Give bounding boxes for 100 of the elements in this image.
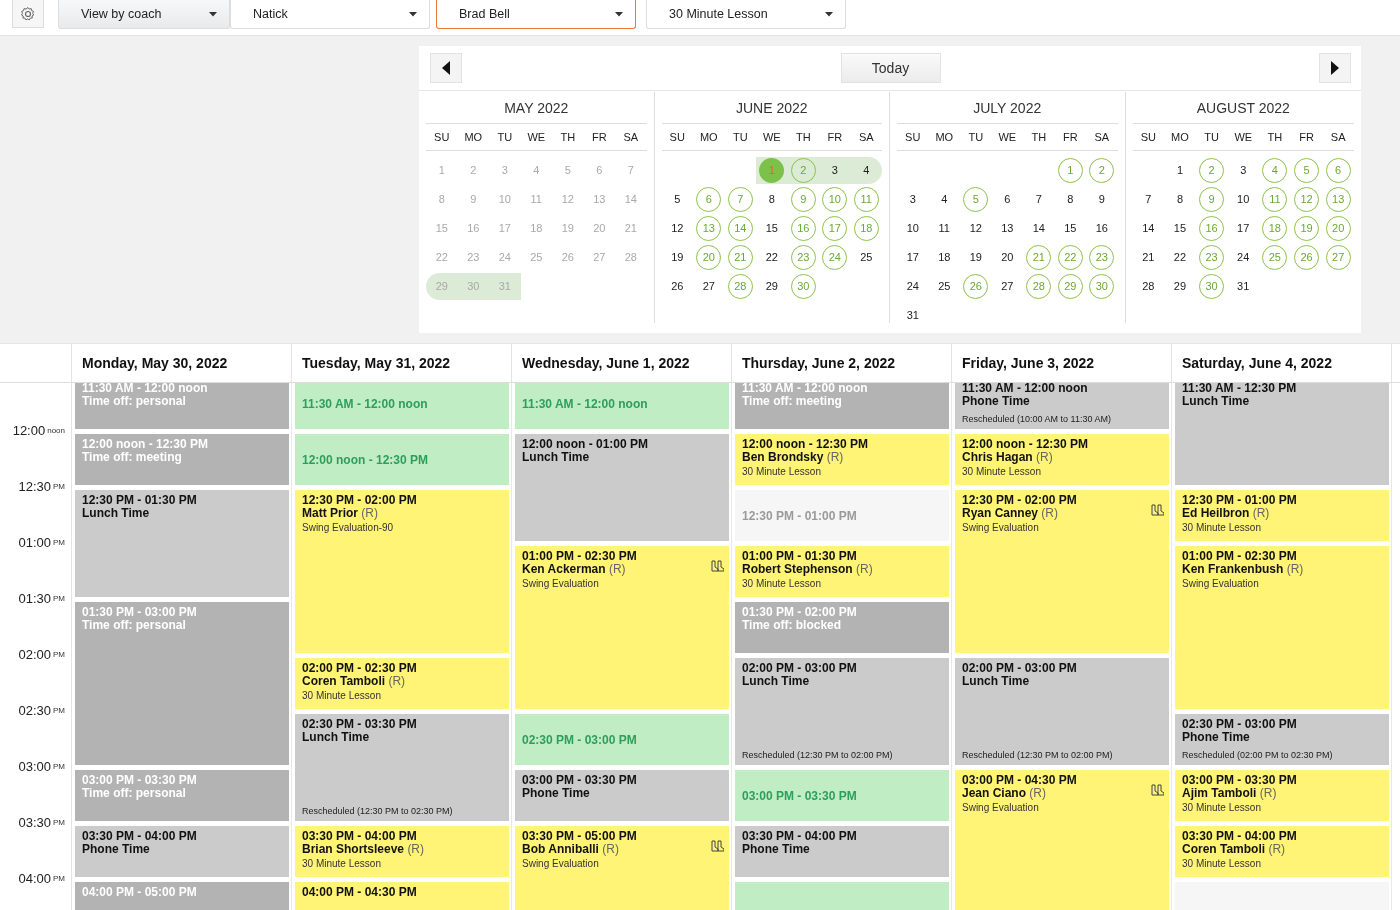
calendar-day[interactable]: 22 [1167, 245, 1193, 270]
calendar-day[interactable]: 10 [1230, 187, 1256, 212]
event-time: 12:30 PM - 01:00 PM [1182, 494, 1297, 507]
lesson-card[interactable]: 03:30 PM - 04:00 PM Coren Tamboli (R) 30 Minute Lesson [1175, 826, 1389, 877]
lesson-card[interactable]: 01:00 PM - 02:30 PM Ken Ackerman (R) Swing Evaluation [515, 546, 729, 709]
event-time: 12:00 noon - 01:00 PM [522, 438, 649, 451]
calendar-day[interactable]: 14 [1026, 216, 1052, 241]
time-label: 04:00 [18, 870, 51, 889]
calendar-day[interactable]: 15 [1057, 216, 1083, 241]
calendar-day[interactable]: 17 [1230, 216, 1256, 241]
today-button[interactable]: Today [840, 53, 941, 83]
event-time: 12:30 PM - 01:00 PM [742, 509, 857, 523]
calendar-day[interactable]: 8 [1167, 187, 1193, 212]
calendar-day: 8 [429, 187, 455, 212]
calendar-day[interactable]: 6 [994, 187, 1020, 212]
calendar-day[interactable]: 7 [1026, 187, 1052, 212]
lesson-type: Swing Evaluation [522, 577, 599, 590]
weekday-label: SA [1093, 129, 1111, 145]
lesson-card[interactable]: 01:00 PM - 01:30 PM Robert Stephenson (R) 30 Minute Lesson [735, 546, 949, 597]
event-title: Lunch Time [522, 451, 590, 464]
lesson-type: Swing Evaluation-90 [302, 521, 394, 534]
calendar-day[interactable]: 5 [664, 187, 690, 212]
weekday-label: SA [622, 129, 640, 145]
calendar-day[interactable]: 29 [759, 274, 785, 299]
lesson-card[interactable]: 03:00 PM - 04:30 PM Jean Ciano (R) Swing Evaluation [955, 770, 1169, 910]
calendar-day[interactable]: 12 [664, 216, 690, 241]
time-suffix: PM [53, 873, 65, 885]
calendar-day[interactable]: 19 [963, 245, 989, 270]
calendar-day[interactable]: 20 [994, 245, 1020, 270]
next-button[interactable] [1319, 53, 1351, 83]
event-time: 02:00 PM - 03:00 PM [742, 662, 857, 675]
lesson-card[interactable]: 03:30 PM - 05:00 PM Bob Anniballi (R) Swing Evaluation [515, 826, 729, 910]
calendar-day[interactable]: 8 [1057, 187, 1083, 212]
calendar-day[interactable]: 25 [853, 245, 879, 270]
calendar-day[interactable]: 10 [900, 216, 926, 241]
lesson-card[interactable]: 02:00 PM - 02:30 PM Coren Tamboli (R) 30 Minute Lesson [295, 658, 509, 709]
calendar-day[interactable]: 3 [822, 158, 848, 183]
calendar-day[interactable]: 31 [900, 303, 926, 328]
calendar-day[interactable]: 17 [900, 245, 926, 270]
calendar-day[interactable]: 21 [1135, 245, 1161, 270]
event-time: 12:30 PM - 01:30 PM [82, 494, 197, 507]
calendar-day[interactable]: 15 [1167, 216, 1193, 241]
lesson-card[interactable]: 12:30 PM - 01:00 PM Ed Heilbron (R) 30 Minute Lesson [1175, 490, 1389, 541]
calendar-day[interactable]: 7 [1135, 187, 1161, 212]
calendar-day[interactable]: 13 [994, 216, 1020, 241]
calendar-day: 28 [618, 245, 644, 270]
calendar-day[interactable]: 11 [931, 216, 957, 241]
calendar-day: 26 [555, 245, 581, 270]
calendar-day[interactable]: 15 [759, 216, 785, 241]
lesson-card[interactable]: 12:00 noon - 12:30 PM Ben Brondsky (R) 30 Minute Lesson [735, 434, 949, 485]
dropdown[interactable]: Brad Bell [436, 0, 636, 29]
time-suffix: noon [47, 425, 65, 437]
lesson-card[interactable]: 12:00 noon - 12:30 PM Chris Hagan (R) 30 Minute Lesson [955, 434, 1169, 485]
lesson-card[interactable]: 03:00 PM - 03:30 PM Ajim Tamboli (R) 30 Minute Lesson [1175, 770, 1389, 821]
lesson-card[interactable]: 12:30 PM - 02:00 PM Matt Prior (R) Swing Evaluation-90 [295, 490, 509, 653]
event-title: Time off: meeting [82, 451, 182, 464]
event-time: 03:30 PM - 04:00 PM [302, 830, 417, 843]
calendar-day[interactable]: 19 [664, 245, 690, 270]
calendar-day[interactable]: 27 [696, 274, 722, 299]
lesson-card[interactable]: 04:00 PM - 04:30 PM [295, 882, 509, 910]
lesson-card[interactable]: 01:00 PM - 02:30 PM Ken Frankenbush (R) Swing Evaluation [1175, 546, 1389, 709]
calendar-day: 29 [429, 274, 455, 299]
lesson-card[interactable]: 12:30 PM - 02:00 PM Ryan Canney (R) Swing Evaluation [955, 490, 1169, 653]
calendar-day[interactable]: 3 [1230, 158, 1256, 183]
client-name: Chris Hagan (R) [962, 451, 1053, 464]
calendar-day[interactable]: 1 [1167, 158, 1193, 183]
previous-button[interactable] [430, 53, 462, 83]
dropdown[interactable]: Natick [230, 0, 430, 29]
calendar-day[interactable]: 24 [900, 274, 926, 299]
calendar-day[interactable]: 8 [759, 187, 785, 212]
lesson-card[interactable]: 03:30 PM - 04:00 PM Brian Shortsleeve (R) 30 Minute Lesson [295, 826, 509, 877]
calendar-day[interactable]: 14 [1135, 216, 1161, 241]
calendar-day[interactable]: 9 [1089, 187, 1115, 212]
calendar-day[interactable]: 12 [963, 216, 989, 241]
calendar-day[interactable]: 31 [1230, 274, 1256, 299]
lesson-type: Swing Evaluation [522, 857, 599, 870]
calendar-day[interactable]: 4 [853, 158, 879, 183]
time-label: 01:30 [18, 590, 51, 609]
calendar-day[interactable]: 25 [931, 274, 957, 299]
calendar-day[interactable]: 29 [1167, 274, 1193, 299]
calendar-day[interactable]: 3 [900, 187, 926, 212]
client-name: Ken Ackerman (R) [522, 563, 626, 576]
calendar-day[interactable]: 18 [931, 245, 957, 270]
calendar-day[interactable]: 24 [1230, 245, 1256, 270]
client-name: Coren Tamboli (R) [1182, 843, 1286, 856]
calendar-day[interactable]: 16 [1089, 216, 1115, 241]
calendar-day[interactable]: 28 [1135, 274, 1161, 299]
day-heading: Monday, May 30, 2022 [72, 344, 292, 382]
weekday-label: TH [1266, 129, 1284, 145]
calendar-day[interactable]: 26 [664, 274, 690, 299]
calendar-day[interactable]: 22 [759, 245, 785, 270]
weekday-label: SA [1329, 129, 1347, 145]
calendar-day: 22 [429, 245, 455, 270]
settings-button[interactable] [12, 0, 44, 28]
dropdown[interactable]: 30 Minute Lesson [646, 0, 846, 29]
calendar-day[interactable]: 27 [994, 274, 1020, 299]
weekday-label: MO [463, 129, 484, 145]
event-title: Time off: meeting [742, 395, 842, 408]
calendar-day[interactable]: 4 [931, 187, 957, 212]
dropdown[interactable]: View by coach [58, 0, 230, 29]
